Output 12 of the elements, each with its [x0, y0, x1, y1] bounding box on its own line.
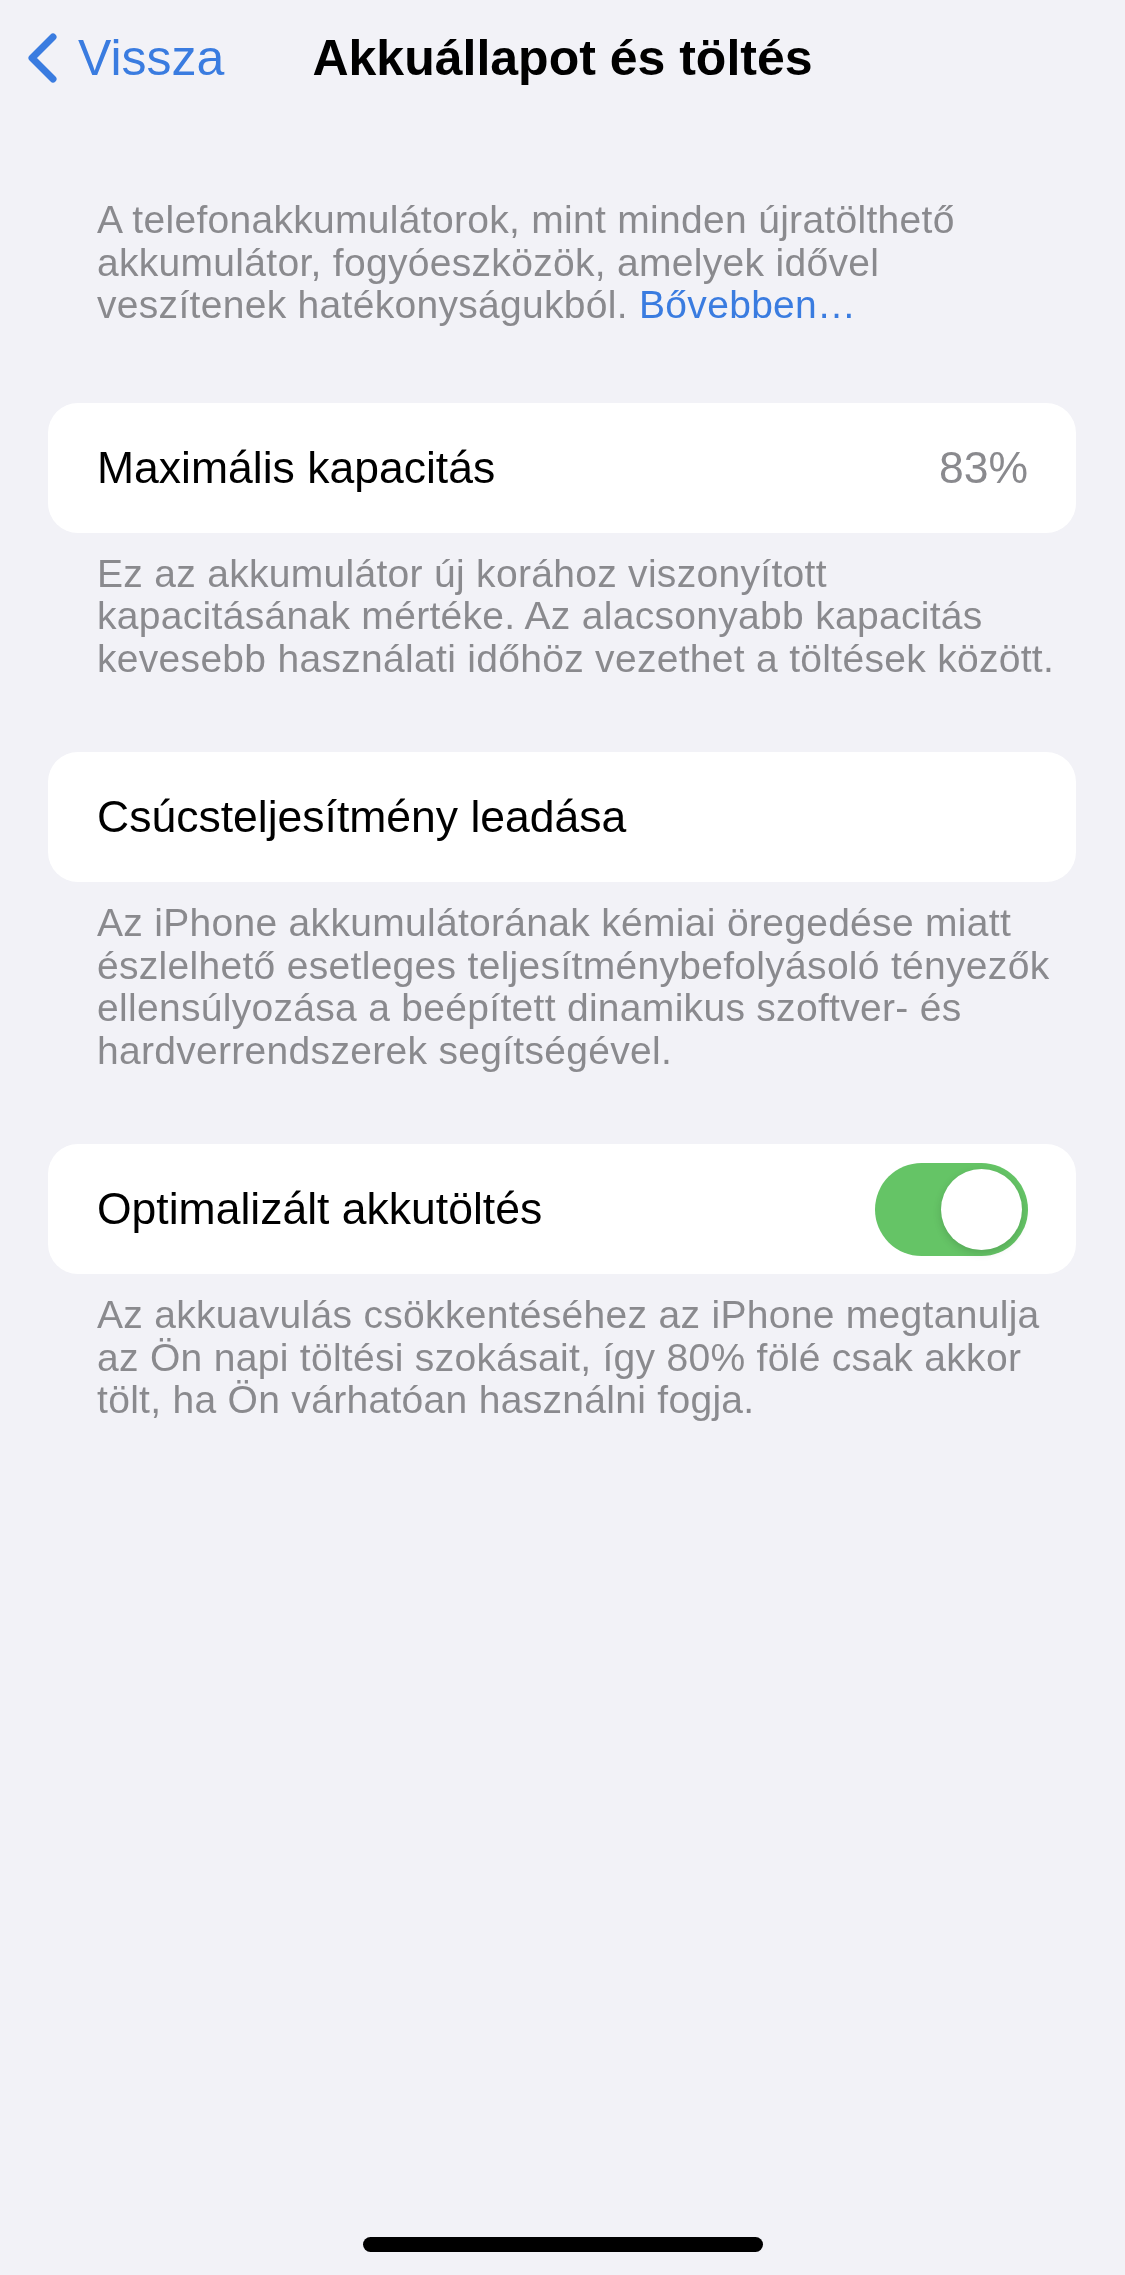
- back-button[interactable]: Vissza: [0, 27, 225, 88]
- learn-more-link[interactable]: Bővebben…: [639, 283, 857, 326]
- footer-text: Az iPhone akkumulátorának kémiai öregedése miatt észlelhető esetleges teljesítménybefolyásoló tényezők ellensúlyozása a beépített dinamikus szoftver- és hardverrendszerek segítségével.: [97, 902, 1051, 1072]
- row-label: Optimalizált akkutöltés: [97, 1183, 543, 1235]
- screen-title: Akkuállapot és töltés: [312, 28, 813, 88]
- back-chevron-icon: [26, 32, 58, 83]
- row-label: Maximális kapacitás: [97, 441, 496, 494]
- row-label: Csúcsteljesítmény leadása: [97, 791, 627, 843]
- intro-text: A telefonakkumulátorok, mint minden újratölthető akkumulátor, fogyóeszközök, amelyek idővel veszítenek hatékonyságukból. Bővebben…: [97, 199, 956, 327]
- row-value: 83%: [938, 441, 1028, 494]
- footer-text: Az akkuavulás csökkentéséhez az iPhone megtanulja az Ön napi töltési szokásait, így 80% fölé csak akkor tölt, ha Ön várhatóan használni fogja.: [97, 1294, 1041, 1422]
- footer-text: Ez az akkumulátor új korához viszonyított kapacitásának mértéke. Az alacsonyabb kapacitás kevesebb használati időhöz vezethet a töltések között.: [97, 552, 1056, 680]
